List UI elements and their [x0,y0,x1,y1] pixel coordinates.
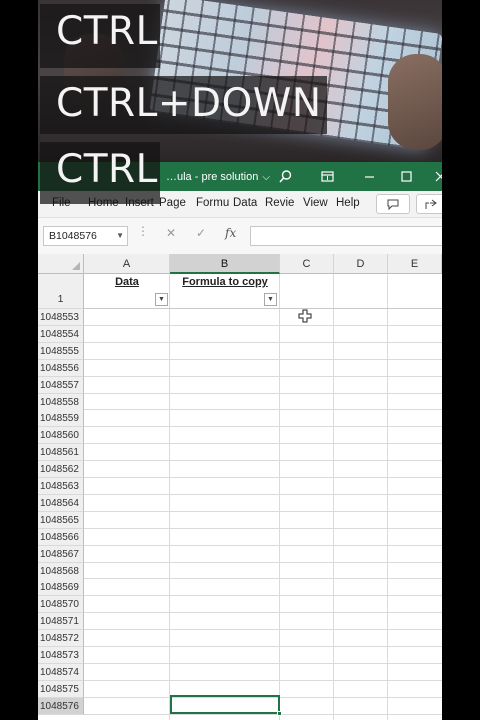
cell-cursor-icon [298,309,312,323]
gridline [84,493,442,495]
row-header[interactable]: 1048558 [38,393,84,411]
fill-handle[interactable] [277,711,282,716]
close-icon[interactable] [426,162,442,191]
chevron-down-icon[interactable]: ▼ [116,227,124,245]
overlay-caption-1: CTRL [40,4,160,68]
row-header[interactable]: 1048566 [38,528,84,546]
tab-page-layout[interactable]: Page [159,197,186,209]
select-all-button[interactable] [38,254,84,274]
gridline [84,578,442,580]
name-box[interactable]: B1048576 ▼ [43,226,128,246]
overlay-caption-2: CTRL+DOWN [40,76,327,134]
minimize-icon[interactable] [355,162,383,191]
tab-data[interactable]: Data [233,197,257,209]
gridline [84,460,442,462]
enter-icon[interactable]: ✓ [196,226,206,240]
filter-dropdown-icon[interactable]: ▼ [264,293,277,306]
gridline [84,544,442,546]
document-title-text: …ula - pre solution [166,171,259,183]
document-title[interactable]: …ula - pre solution ⌵ [166,171,270,183]
row-header[interactable]: 1048563 [38,478,84,495]
chevron-down-icon: ⌵ [262,172,270,183]
formula-bar: B1048576 ▼ ⋮ ✕ ✓ fx [38,218,442,254]
row-header[interactable]: 1048567 [38,545,84,563]
column-header-e[interactable]: E [388,254,442,274]
comments-button[interactable] [376,194,410,214]
comments-icon [387,199,399,211]
row-header[interactable]: 1048556 [38,359,84,377]
gridline [84,561,442,563]
row-header[interactable]: 1048557 [38,376,84,394]
right-hand-image [388,54,442,150]
insert-function-icon[interactable]: fx [225,226,236,240]
gridline [84,308,442,309]
row-header[interactable]: 1048573 [38,647,84,664]
search-icon[interactable] [271,162,299,191]
row-header[interactable]: 1048560 [38,427,84,445]
ribbon-display-icon[interactable] [313,162,341,191]
tab-help[interactable]: Help [336,197,360,209]
gridline [84,341,442,343]
cancel-icon[interactable]: ✕ [166,226,176,240]
column-header-a[interactable]: A [84,254,170,274]
formula-input[interactable] [250,226,442,246]
gridline [84,443,442,445]
gridline [84,595,442,597]
gridline [84,662,442,664]
column-header-d[interactable]: D [334,254,388,274]
column-header-c[interactable]: C [280,254,334,274]
row-header[interactable]: 1048565 [38,511,84,529]
gridline [84,477,442,478]
column-header-b[interactable]: B [170,254,280,274]
row-header[interactable]: 1048559 [38,410,84,428]
row-header[interactable]: 1048568 [38,562,84,580]
spreadsheet-grid: A B C D E 1 Data Formula to copy ▼ ▼ 104… [38,254,442,720]
filter-dropdown-icon[interactable]: ▼ [155,293,168,306]
row-header[interactable]: 1048555 [38,342,84,360]
gridline [84,510,442,512]
share-button[interactable] [416,194,442,214]
row-header[interactable]: 1048553 [38,309,84,326]
row-header[interactable]: 1048562 [38,461,84,479]
maximize-icon[interactable] [392,162,420,191]
name-box-value: B1048576 [49,230,97,242]
gridline [84,375,442,377]
active-cell-b1048576[interactable] [170,695,280,714]
row-header[interactable]: 1048569 [38,579,84,597]
gridline [84,409,442,411]
tab-formulas[interactable]: Formu [196,197,229,209]
tab-view[interactable]: View [303,197,328,209]
tab-review[interactable]: Revie [265,197,294,209]
row-header[interactable]: 1048575 [38,680,84,698]
gridline [84,324,442,326]
cell-a1-data-header[interactable]: Data [84,276,170,288]
row-header[interactable]: 1048561 [38,444,84,462]
row-header[interactable]: 1048570 [38,596,84,614]
gridline [84,392,442,394]
gridline [84,358,442,360]
row-header[interactable]: 1048576 [38,697,84,715]
row-header[interactable]: 1048574 [38,663,84,681]
gridline [84,646,442,647]
gridline [84,679,442,681]
row-header[interactable]: 1048554 [38,325,84,343]
row-header-1[interactable]: 1 [38,274,84,309]
share-icon [425,199,437,209]
more-options-icon[interactable]: ⋮ [137,224,149,238]
overlay-caption-3: CTRL [40,142,160,204]
app-frame: CTRL CTRL+DOWN …ula - pre solution ⌵ CTRL… [38,0,442,720]
gridline [84,612,442,614]
row-header[interactable]: 1048564 [38,494,84,512]
row-header[interactable]: 1048572 [38,630,84,648]
cell-b1-formula-header[interactable]: Formula to copy [170,276,280,288]
gridline [84,629,442,631]
row-header[interactable]: 1048571 [38,613,84,631]
gridline [84,527,442,529]
gridline [84,426,442,428]
